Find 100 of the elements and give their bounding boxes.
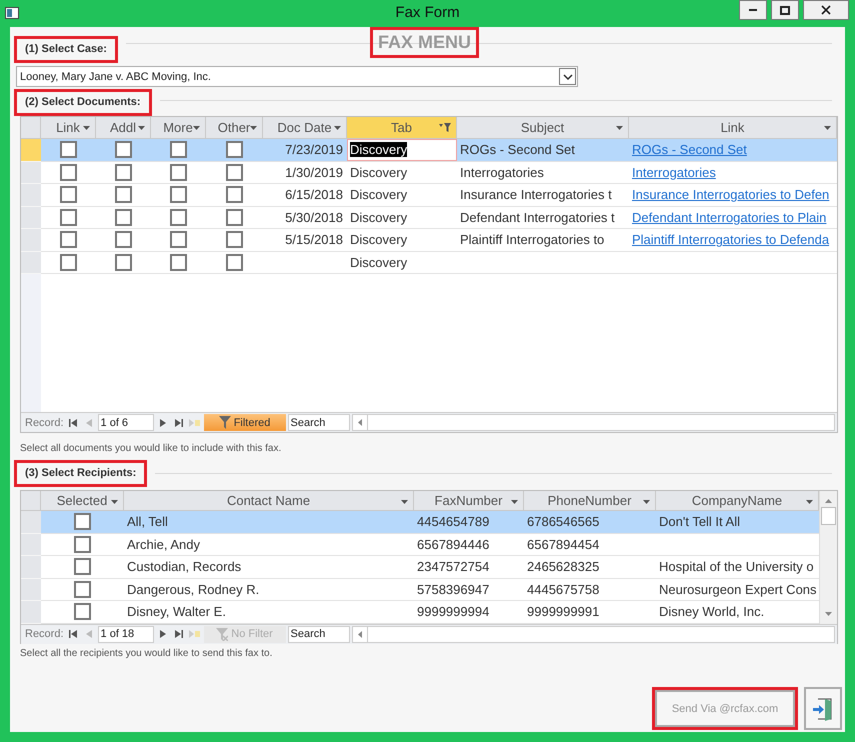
document-link[interactable]: ROGs - Second Set — [632, 142, 747, 158]
filter-toggle-button[interactable]: Filtered — [204, 414, 286, 431]
dropdown-arrow-icon[interactable] — [193, 126, 200, 130]
checkbox[interactable] — [226, 231, 243, 248]
dropdown-arrow-icon[interactable] — [250, 126, 257, 130]
checkbox[interactable] — [60, 141, 77, 158]
column-header[interactable]: More — [151, 117, 206, 139]
checkbox[interactable] — [170, 254, 187, 271]
table-cell: 1/30/2019 — [263, 162, 347, 184]
checkbox[interactable] — [60, 164, 77, 181]
search-field[interactable]: Search — [288, 414, 350, 431]
checkbox[interactable] — [170, 186, 187, 204]
checkbox[interactable] — [74, 558, 91, 576]
dropdown-arrow-icon[interactable] — [643, 500, 650, 504]
scroll-down-icon[interactable] — [825, 612, 832, 616]
checkbox[interactable] — [226, 141, 243, 158]
horizontal-scrollbar[interactable] — [352, 626, 835, 642]
document-link[interactable]: Plaintiff Interrogatories to Defenda — [632, 232, 830, 248]
new-record-icon — [189, 630, 200, 638]
dropdown-arrow-icon[interactable] — [824, 126, 831, 130]
record-label: Record: — [25, 628, 64, 640]
table-cell: Defendant Interrogatories t — [457, 206, 629, 229]
column-header[interactable]: Subject — [457, 117, 629, 139]
dropdown-arrow-icon[interactable] — [138, 126, 145, 130]
left-arrow-icon — [358, 419, 362, 426]
search-field[interactable]: Search — [288, 626, 350, 642]
table-cell: 4454654789 — [414, 511, 524, 534]
filter-icon[interactable] — [439, 123, 451, 132]
checkbox[interactable] — [170, 208, 187, 226]
maximize-button[interactable] — [771, 0, 799, 20]
record-position-field[interactable]: 1 of 18 — [98, 626, 154, 642]
checkbox[interactable] — [60, 231, 77, 248]
exit-button[interactable] — [804, 687, 842, 730]
last-icon — [174, 630, 183, 638]
column-header[interactable]: FaxNumber — [414, 491, 524, 511]
checkbox[interactable] — [115, 231, 132, 248]
checkbox[interactable] — [60, 186, 77, 204]
checkbox[interactable] — [170, 164, 187, 181]
checkbox[interactable] — [74, 536, 91, 553]
checkbox[interactable] — [226, 208, 243, 226]
checkbox[interactable] — [226, 164, 243, 181]
window-title: Fax Form — [395, 4, 460, 21]
column-header[interactable]: Addl — [96, 117, 151, 139]
left-arrow-icon — [358, 630, 362, 638]
column-header[interactable]: Tab — [347, 117, 457, 139]
checkbox[interactable] — [226, 254, 243, 271]
checkbox[interactable] — [74, 580, 91, 598]
document-link[interactable]: Defendant Interrogatories to Plain — [632, 210, 826, 225]
dropdown-arrow-icon[interactable] — [806, 500, 813, 504]
dropdown-arrow-icon[interactable] — [111, 500, 118, 504]
column-header[interactable]: CompanyName — [656, 491, 819, 511]
column-header[interactable]: Doc Date — [263, 117, 347, 139]
column-header[interactable]: Link — [629, 117, 837, 139]
first-icon — [68, 418, 77, 426]
checkbox[interactable] — [60, 208, 77, 226]
funnel-icon — [216, 628, 228, 640]
checkbox[interactable] — [170, 141, 187, 158]
checkbox[interactable] — [74, 513, 91, 530]
cell-text: Discovery — [350, 187, 408, 202]
first-icon — [68, 630, 77, 638]
case-dropdown[interactable]: Looney, Mary Jane v. ABC Moving, Inc. — [16, 66, 578, 87]
checkbox[interactable] — [115, 254, 132, 271]
cell-text: Discovery — [350, 142, 408, 158]
checkbox[interactable] — [170, 231, 187, 248]
scrollbar-thumb[interactable] — [821, 507, 836, 525]
table-cell: 6567894446 — [414, 534, 524, 556]
dropdown-arrow-icon[interactable] — [401, 500, 408, 504]
checkbox[interactable] — [74, 603, 91, 620]
maximize-icon — [780, 6, 790, 14]
dropdown-arrow-icon[interactable] — [616, 126, 623, 130]
close-button[interactable] — [803, 0, 849, 20]
minimize-button[interactable] — [739, 0, 767, 20]
column-header[interactable]: Other — [206, 117, 263, 139]
funnel-icon — [218, 416, 231, 429]
horizontal-scrollbar[interactable] — [352, 414, 835, 431]
dropdown-arrow-icon[interactable] — [511, 500, 518, 504]
checkbox[interactable] — [115, 141, 132, 158]
checkbox[interactable] — [226, 186, 243, 204]
dropdown-arrow-icon[interactable] — [334, 126, 341, 130]
table-cell: 7/23/2019 — [263, 139, 347, 162]
table-cell: Interrogatories — [457, 162, 629, 184]
document-link[interactable]: Interrogatories — [632, 164, 716, 180]
table-cell: Neurosurgeon Expert Cons — [656, 578, 819, 601]
record-position-field[interactable]: 1 of 6 — [98, 414, 154, 431]
column-header[interactable]: Link — [41, 117, 96, 139]
checkbox[interactable] — [115, 164, 132, 181]
column-header[interactable]: PhoneNumber — [524, 491, 656, 511]
document-link[interactable]: Insurance Interrogatories to Defen — [632, 187, 830, 202]
cell-text: Discovery — [350, 254, 408, 270]
table-cell: 6786546565 — [524, 511, 656, 534]
scroll-up-icon[interactable] — [825, 499, 832, 503]
checkbox[interactable] — [60, 254, 77, 271]
checkbox[interactable] — [115, 186, 132, 204]
dropdown-button[interactable] — [559, 68, 576, 85]
last-icon — [174, 418, 183, 426]
dropdown-arrow-icon[interactable] — [83, 126, 90, 130]
column-header[interactable]: Selected — [41, 491, 124, 511]
vertical-scrollbar[interactable] — [819, 491, 837, 624]
checkbox[interactable] — [115, 208, 132, 226]
column-header[interactable]: Contact Name — [124, 491, 414, 511]
